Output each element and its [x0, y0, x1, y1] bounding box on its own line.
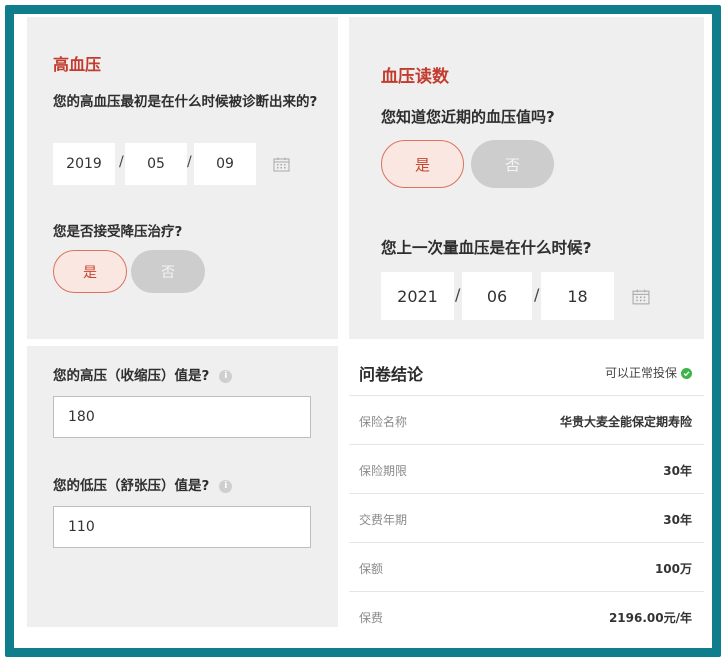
row-value: 30年 — [663, 464, 692, 478]
systolic-label: 您的高压（收缩压）值是? i — [53, 364, 233, 384]
calendar-icon[interactable] — [632, 289, 650, 305]
row-value: 华贵大麦全能保定期寿险 — [559, 415, 692, 429]
date-separator: / — [187, 154, 192, 170]
row-value: 30年 — [663, 513, 692, 527]
last-month-field[interactable]: 06 — [462, 272, 532, 320]
row-key: 保额 — [359, 562, 384, 576]
status-badge: 可以正常投保 — [605, 364, 692, 381]
info-icon[interactable]: i — [219, 479, 233, 493]
last-day-field[interactable]: 18 — [541, 272, 614, 320]
table-row: 保险期限 30年 — [349, 445, 704, 494]
diagnosed-year-field[interactable]: 2019 — [53, 143, 115, 185]
diagnosed-question: 您的高血压最初是在什么时候被诊断出来的? — [53, 94, 318, 110]
conclusion-title: 问卷结论 — [359, 365, 424, 384]
row-value: 100万 — [654, 562, 692, 576]
table-row: 交费年期 30年 — [349, 494, 704, 543]
conclusion-header: 问卷结论 可以正常投保 — [349, 346, 704, 396]
date-separator: / — [455, 285, 461, 304]
table-row: 保险名称 华贵大麦全能保定期寿险 — [349, 396, 704, 445]
diastolic-label: 您的低压（舒张压）值是? i — [53, 474, 233, 494]
treatment-question: 您是否接受降压治疗? — [53, 224, 183, 240]
hypertension-title: 高血压 — [53, 55, 102, 74]
diastolic-input[interactable]: 110 — [53, 506, 311, 548]
row-key: 保险期限 — [359, 464, 408, 478]
check-circle-icon — [681, 368, 692, 379]
systolic-input[interactable]: 180 — [53, 396, 311, 438]
row-key: 保费 — [359, 611, 384, 625]
date-separator: / — [119, 154, 124, 170]
row-key: 交费年期 — [359, 513, 408, 527]
table-row: 保费 2196.00元/年 — [349, 592, 704, 632]
known-question: 您知道您近期的血压值吗? — [381, 108, 555, 126]
known-no-button[interactable]: 否 — [471, 140, 554, 188]
calendar-icon[interactable] — [273, 157, 290, 172]
treatment-no-button[interactable]: 否 — [131, 250, 205, 293]
systolic-label-text: 您的高压（收缩压）值是? — [53, 368, 210, 384]
known-yes-button[interactable]: 是 — [381, 140, 464, 188]
bp-reading-title: 血压读数 — [381, 67, 449, 87]
diastolic-label-text: 您的低压（舒张压）值是? — [53, 478, 210, 494]
table-row: 保额 100万 — [349, 543, 704, 592]
last-year-field[interactable]: 2021 — [381, 272, 454, 320]
row-value: 2196.00元/年 — [608, 611, 692, 625]
date-separator: / — [534, 285, 540, 304]
row-key: 保险名称 — [359, 415, 408, 429]
status-text: 可以正常投保 — [604, 366, 677, 380]
treatment-yes-button[interactable]: 是 — [53, 250, 127, 293]
last-measure-question: 您上一次量血压是在什么时候? — [381, 239, 592, 257]
diagnosed-month-field[interactable]: 05 — [125, 143, 187, 185]
diagnosed-day-field[interactable]: 09 — [194, 143, 256, 185]
info-icon[interactable]: i — [219, 369, 233, 383]
